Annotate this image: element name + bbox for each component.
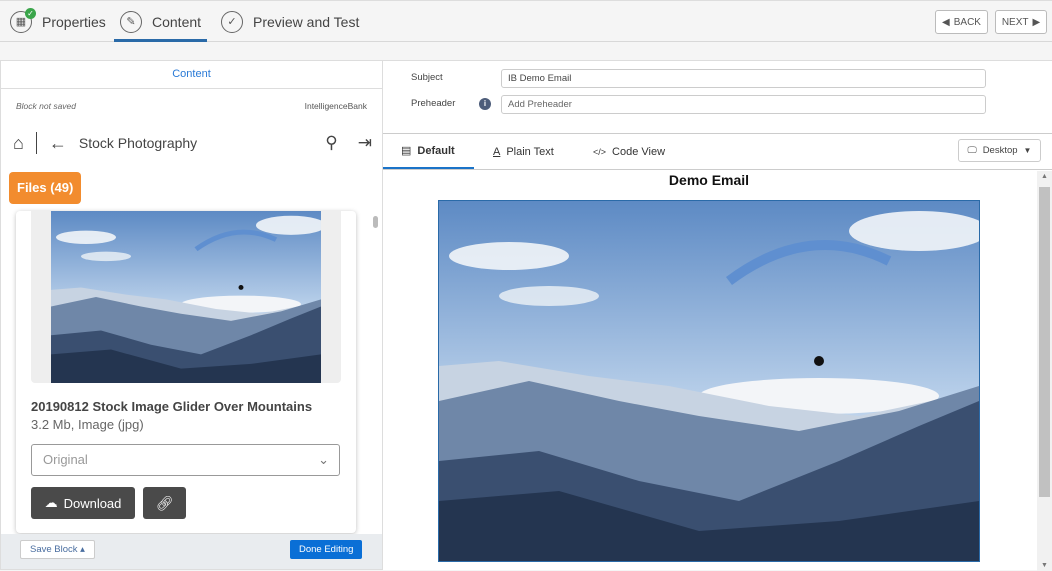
folder-title: Stock Photography (78, 135, 198, 151)
layout-icon: ▦ ✓ (10, 7, 36, 33)
email-title: Demo Email (668, 172, 750, 188)
tab-label: Code View (612, 145, 666, 158)
step-label: Content (152, 13, 202, 30)
check-badge-icon: ✓ (25, 7, 36, 19)
scrollbar[interactable] (373, 216, 378, 228)
preheader-label: Preheader (411, 98, 456, 109)
copy-link-button[interactable]: 🔗︎ (143, 487, 186, 519)
email-editor: Subject IB Demo Email Preheader i Add Pr… (383, 60, 1052, 571)
caret-up-icon: ▴ (80, 544, 85, 555)
check-icon: ✓ (221, 10, 243, 33)
size-select-value: Original (43, 452, 88, 467)
monitor-icon: 🖵︎ (967, 145, 977, 156)
caret-down-icon: ▼ (1023, 146, 1032, 155)
step-properties[interactable]: ▦ ✓ Properties (10, 1, 106, 42)
scroll-down-icon[interactable]: ▼ (1037, 562, 1052, 569)
wizard-steps: ▦ ✓ Properties ✎ Content ✓ Preview and Te… (0, 0, 1052, 42)
pencil-icon: ✎ (120, 10, 142, 33)
tab-default[interactable]: ▤ Default (383, 134, 474, 169)
save-status: Block not saved (16, 101, 77, 111)
next-button[interactable]: NEXT ▶ (995, 10, 1047, 34)
code-icon: </> (593, 146, 607, 157)
tab-plain-text[interactable]: A Plain Text (493, 134, 554, 169)
tab-code-view[interactable]: </> Code View (593, 134, 665, 169)
size-select[interactable]: Original ⌄ (31, 444, 340, 476)
info-icon[interactable]: i (479, 98, 491, 110)
content-panel: Content Block not saved IntelligenceBank … (0, 60, 383, 570)
preheader-input[interactable]: Add Preheader (501, 95, 986, 114)
next-label: NEXT (1001, 16, 1029, 28)
logout-icon[interactable]: ⇥ (358, 133, 372, 153)
text-icon: A (493, 145, 501, 158)
download-label: Download (63, 495, 122, 511)
device-value: Desktop (982, 145, 1018, 156)
step-preview[interactable]: ✓ Preview and Test (221, 1, 359, 42)
step-label: Preview and Test (253, 13, 360, 30)
cloud-download-icon: ☁ (44, 495, 58, 510)
email-image[interactable] (438, 200, 980, 562)
brand-name: IntelligenceBank (304, 101, 367, 111)
file-title: 20190812 Stock Image Glider Over Mountai… (31, 399, 313, 414)
email-preview: Demo Email ▲ ▼ (383, 171, 1052, 571)
subject-input[interactable]: IB Demo Email (501, 69, 986, 88)
caret-left-icon: ◀ (942, 16, 950, 28)
files-count-badge[interactable]: Files (49) (9, 172, 82, 204)
preview-scrollbar[interactable]: ▲ ▼ (1037, 171, 1052, 571)
home-icon[interactable]: ⌂ (13, 133, 24, 154)
save-block-button[interactable]: Save Block ▴ (20, 540, 95, 559)
tab-label: Default (417, 144, 455, 157)
device-select[interactable]: 🖵︎ Desktop ▼ (958, 139, 1041, 162)
step-content[interactable]: ✎ Content (113, 1, 208, 42)
panel-title: Content (1, 61, 382, 89)
caret-right-icon: ▶ (1032, 16, 1041, 28)
back-arrow-icon[interactable]: ← (49, 133, 67, 154)
back-button[interactable]: ◀ BACK (935, 10, 988, 34)
search-icon[interactable]: ⚲ (325, 133, 337, 153)
scroll-up-icon[interactable]: ▲ (1037, 173, 1052, 180)
step-label: Properties (42, 13, 106, 30)
layout-icon: ▤ (401, 145, 412, 157)
file-thumbnail[interactable] (51, 211, 321, 383)
download-button[interactable]: ☁ Download (31, 487, 135, 519)
file-meta: 3.2 Mb, Image (jpg) (31, 417, 144, 432)
save-block-label: Save Block (30, 544, 78, 555)
link-icon: 🔗︎ (155, 494, 174, 511)
chevron-down-icon: ⌄ (318, 452, 329, 467)
back-label: BACK (953, 16, 981, 28)
divider (35, 132, 37, 154)
subject-label: Subject (411, 72, 443, 83)
done-editing-button[interactable]: Done Editing (290, 540, 363, 559)
tab-label: Plain Text (506, 145, 554, 158)
file-card: 20190812 Stock Image Glider Over Mountai… (16, 211, 356, 533)
